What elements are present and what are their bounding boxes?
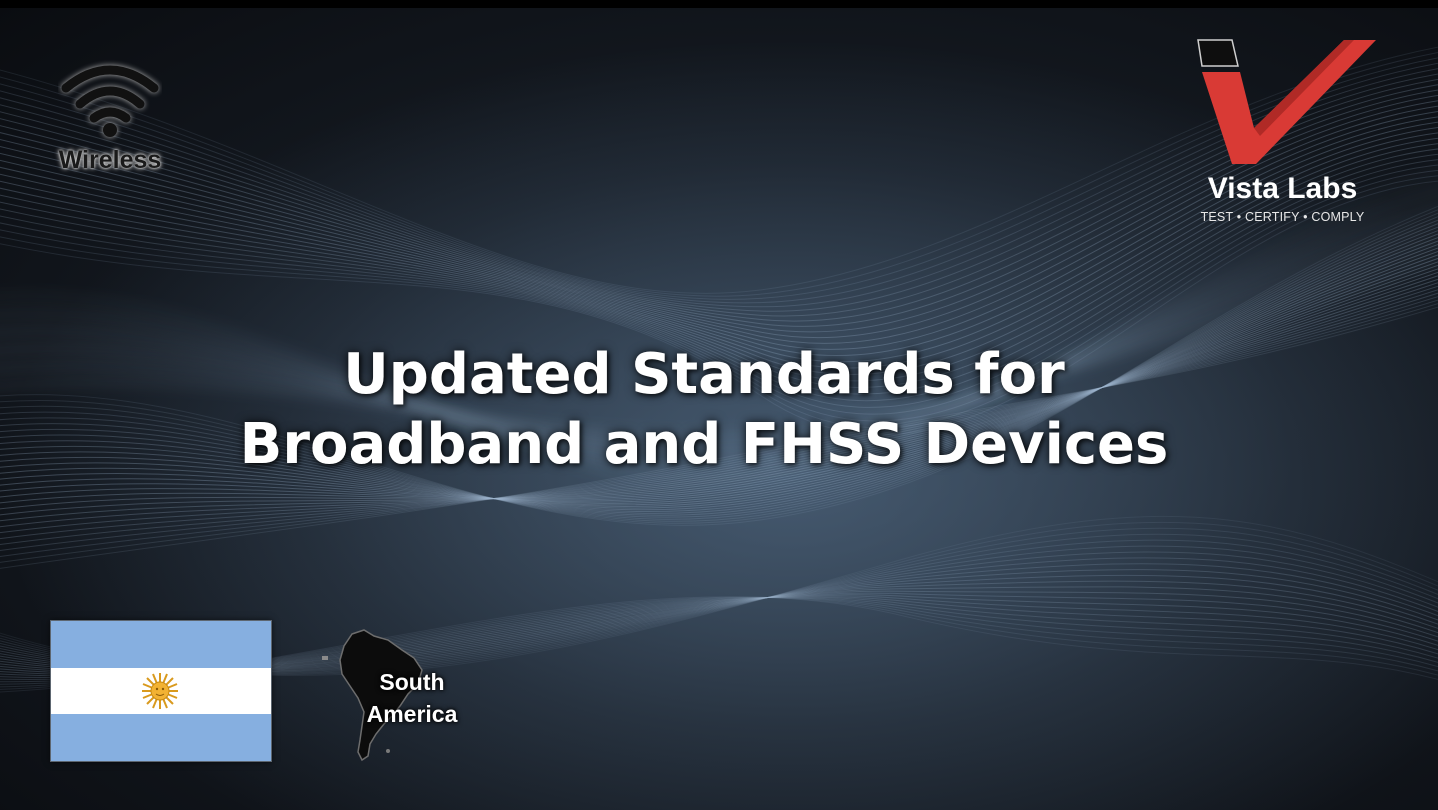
region-label: South America xyxy=(362,666,462,730)
region-label-line-2: America xyxy=(366,701,458,727)
brand-tagline: TEST • CERTIFY • COMPLY xyxy=(1200,210,1365,224)
brand-logo: Vista Labs TEST • CERTIFY • COMPLY xyxy=(1180,36,1390,236)
argentina-flag xyxy=(50,620,272,762)
sun-of-may-icon xyxy=(142,673,178,709)
wireless-badge: Wireless xyxy=(40,50,180,190)
slide-title: Updated Standards for Broadband and FHSS… xyxy=(150,340,1258,480)
wifi-icon xyxy=(61,65,159,137)
title-line-2: Broadband and FHSS Devices xyxy=(239,412,1169,477)
flag-bottom-band xyxy=(51,714,271,761)
vista-labs-check-logo xyxy=(1197,39,1376,164)
category-label: Wireless xyxy=(58,146,162,174)
south-america-badge: South America xyxy=(318,624,478,764)
region-label-line-1: South xyxy=(379,669,445,695)
brand-name: Vista Labs xyxy=(1207,172,1358,205)
flag-top-band xyxy=(51,621,271,668)
slide: Wireless Vista Labs TEST • CERTIFY • COM… xyxy=(0,0,1438,810)
title-line-1: Updated Standards for xyxy=(343,342,1065,407)
